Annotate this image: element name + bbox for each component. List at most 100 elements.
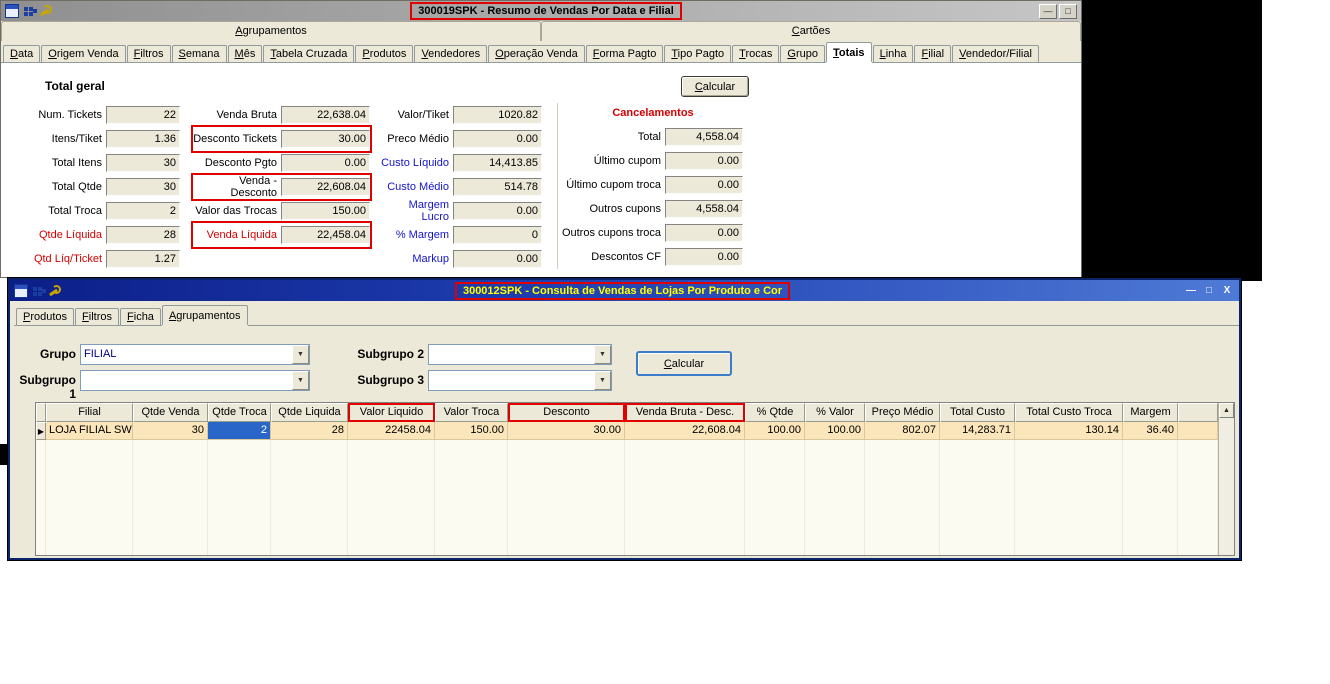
cell-desconto[interactable]: 30.00 [508, 422, 625, 440]
table-row[interactable]: LOJA FILIAL SWEDA3022822458.04150.0030.0… [36, 422, 1218, 440]
tab-vendedores[interactable]: Vendedores [414, 45, 488, 62]
field-value-itens-tiket: 1.36 [106, 130, 180, 148]
field-label-total-itens: Total Itens [51, 157, 102, 169]
window-icon[interactable] [5, 4, 19, 18]
grid-vertical-scrollbar[interactable] [1218, 403, 1234, 555]
cell-%-valor[interactable]: 100.00 [805, 422, 865, 440]
tab-vendedor-filial[interactable]: Vendedor/Filial [952, 45, 1039, 62]
tab-m-s[interactable]: Mês [227, 45, 263, 62]
col-header-qtde-troca[interactable]: Qtde Troca [208, 403, 271, 422]
field-custo-m-dio: Custo Médio 514.78 [379, 175, 542, 199]
maximize-button[interactable] [1201, 285, 1217, 296]
cell-valor-troca[interactable]: 150.00 [435, 422, 508, 440]
tab-origem-venda[interactable]: Origem Venda [41, 45, 126, 62]
cell-qtde-troca[interactable]: 2 [208, 422, 271, 440]
tab-grupo[interactable]: Grupo [780, 45, 825, 62]
window2-toolbar-icons [14, 283, 62, 298]
col-header-qtde-liquida[interactable]: Qtde Liquida [271, 403, 348, 422]
cell-total-custo-troca[interactable]: 130.14 [1015, 422, 1123, 440]
tab-opera-o-venda[interactable]: Operação Venda [488, 45, 585, 62]
tab-semana[interactable]: Semana [171, 45, 227, 62]
tab-totais[interactable]: Totais [825, 42, 872, 62]
minimize-button[interactable] [1183, 285, 1199, 296]
field-preco-m-dio: Preco Médio 0.00 [379, 127, 542, 151]
tab-trocas[interactable]: Trocas [732, 45, 780, 62]
tab-filtros[interactable]: Filtros [126, 45, 171, 62]
col-header-total-custo-troca[interactable]: Total Custo Troca [1015, 403, 1123, 422]
col-header-qtde-venda[interactable]: Qtde Venda [133, 403, 208, 422]
minimize-button[interactable] [1039, 3, 1057, 19]
totals-column-custos: Valor/Tiket 1020.82 Preco Médio 0.00 Custo L… [379, 103, 542, 271]
cell-qtde-liquida[interactable]: 28 [271, 422, 348, 440]
wrench-icon[interactable] [48, 284, 62, 298]
field-markup: Markup 0.00 [379, 247, 542, 271]
tab-agrupamentos[interactable]: Agrupamentos [161, 305, 248, 325]
grupo-combobox-value: FILIAL [84, 348, 117, 360]
field-value-margem-lucro: 0.00 [453, 202, 542, 220]
cell-pre-o-m-dio[interactable]: 802.07 [865, 422, 940, 440]
subgrupo1-combobox[interactable] [80, 370, 310, 391]
col-header-venda-bruta-desc[interactable]: Venda Bruta - Desc. [625, 403, 745, 422]
field-value-custo-l-quido: 14,413.85 [453, 154, 542, 172]
col-header-desconto[interactable]: Desconto [508, 403, 625, 422]
calcular-button-window2[interactable]: Calcular [636, 351, 732, 376]
window2-titlebar[interactable]: 300012SPK - Consulta de Vendas de Lojas … [10, 280, 1239, 301]
field-label-qtd-l-q-ticket: Qtd Líq/Ticket [33, 253, 102, 265]
subgrupo2-combobox[interactable] [428, 344, 612, 365]
field-label-ltimo-cupom-troca: Último cupom troca [566, 179, 661, 191]
group-tab-agrupamentos[interactable]: Agrupamentos [1, 21, 541, 41]
subgrupo3-dropdown-icon[interactable] [594, 371, 611, 390]
col-header-valor-troca[interactable]: Valor Troca [435, 403, 508, 422]
tab-linha[interactable]: Linha [872, 45, 914, 62]
subgrupo3-combobox-value [429, 371, 594, 390]
apps-icon[interactable] [31, 284, 45, 298]
field-venda-bruta: Venda Bruta 22,638.04 [193, 103, 370, 127]
close-button[interactable] [1219, 285, 1235, 296]
field-value-markup: 0.00 [453, 250, 542, 268]
cell-valor-liquido[interactable]: 22458.04 [348, 422, 435, 440]
cell-margem[interactable]: 36.40 [1123, 422, 1178, 440]
tab-produtos[interactable]: Produtos [355, 45, 414, 62]
grupo-combobox[interactable]: FILIAL [80, 344, 310, 365]
group-tab-cartoes[interactable]: Cartões [541, 21, 1081, 41]
grupo-dropdown-icon[interactable] [292, 345, 309, 364]
cell-venda-bruta-desc[interactable]: 22,608.04 [625, 422, 745, 440]
cell-filial[interactable]: LOJA FILIAL SWEDA [46, 422, 133, 440]
grid-empty-column [435, 440, 508, 555]
subgrupo1-dropdown-icon[interactable] [292, 371, 309, 390]
field-value-total-troca: 2 [106, 202, 180, 220]
tab-forma-pagto[interactable]: Forma Pagto [585, 45, 664, 62]
col-header-pre-o-m-dio[interactable]: Preço Médio [865, 403, 940, 422]
field-value-valor-tiket: 1020.82 [453, 106, 542, 124]
col-header-filial[interactable]: Filial [46, 403, 133, 422]
apps-icon[interactable] [22, 4, 36, 18]
tab-produtos[interactable]: Produtos [16, 308, 75, 325]
tab-filial[interactable]: Filial [914, 45, 952, 62]
maximize-button[interactable] [1059, 3, 1077, 19]
window-icon[interactable] [14, 283, 28, 298]
window1-controls [1039, 3, 1077, 19]
col-header-%-qtde[interactable]: % Qtde [745, 403, 805, 422]
tab-tipo-pagto[interactable]: Tipo Pagto [664, 45, 732, 62]
col-header-total-custo[interactable]: Total Custo [940, 403, 1015, 422]
tab-ficha[interactable]: Ficha [120, 308, 161, 325]
cell-qtde-venda[interactable]: 30 [133, 422, 208, 440]
col-header-valor-liquido[interactable]: Valor Liquido [348, 403, 435, 422]
tab-data[interactable]: Data [3, 45, 41, 62]
subgrupo2-dropdown-icon[interactable] [594, 345, 611, 364]
cell-total-custo[interactable]: 14,283.71 [940, 422, 1015, 440]
col-header-%-valor[interactable]: % Valor [805, 403, 865, 422]
scroll-up-icon[interactable] [1219, 403, 1234, 418]
wrench-icon[interactable] [39, 4, 53, 18]
tab-filtros[interactable]: Filtros [75, 308, 120, 325]
window1-titlebar[interactable]: 300019SPK - Resumo de Vendas Por Data e … [1, 1, 1081, 21]
calcular-button-window1[interactable]: Calcular [681, 76, 749, 97]
subgrupo3-combobox[interactable] [428, 370, 612, 391]
window-resumo-vendas: 300019SPK - Resumo de Vendas Por Data e … [0, 0, 1082, 278]
tab-tabela-cruzada[interactable]: Tabela Cruzada [263, 45, 355, 62]
grid-empty-column [865, 440, 940, 555]
grid-empty-column [348, 440, 435, 555]
field-label-valor-das-trocas: Valor das Trocas [195, 205, 277, 217]
cell-%-qtde[interactable]: 100.00 [745, 422, 805, 440]
col-header-margem[interactable]: Margem [1123, 403, 1178, 422]
